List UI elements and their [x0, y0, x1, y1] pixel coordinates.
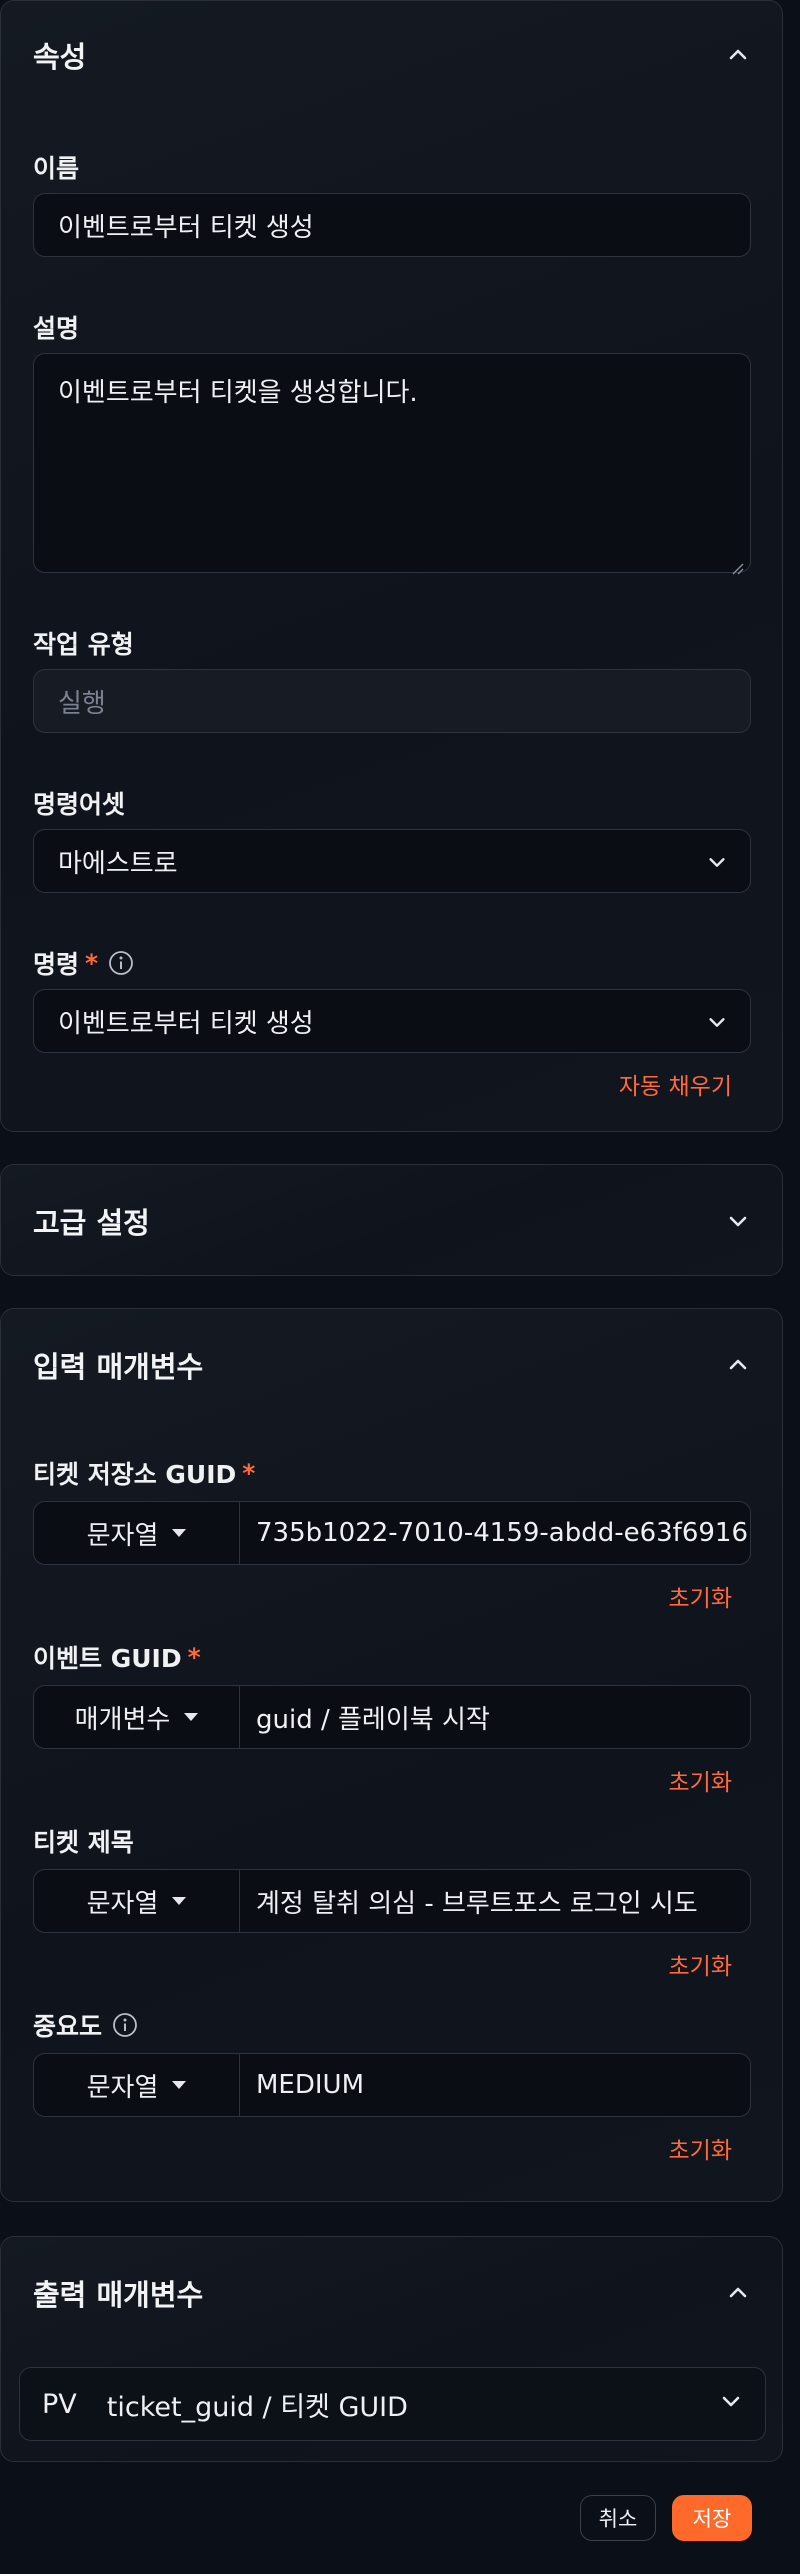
param-row: 문자열 MEDIUM	[33, 2053, 751, 2117]
task-type-input: 실행	[33, 669, 751, 733]
save-button[interactable]: 저장	[672, 2495, 752, 2541]
caret-down-icon	[184, 1713, 199, 1721]
param-row: 문자열 735b1022-7010-4159-abdd-e63f6916	[33, 1501, 751, 1565]
description-textarea[interactable]: 이벤트로부터 티켓을 생성합니다.	[33, 353, 751, 575]
param-type-dropdown[interactable]: 문자열	[34, 1870, 240, 1932]
input-params-panel: 입력 매개변수 티켓 저장소 GUID * 문자열 735b1022-7010-…	[0, 1308, 783, 2202]
param-row: 매개변수 guid / 플레이북 시작	[33, 1685, 751, 1749]
command-select[interactable]: 이벤트로부터 티켓 생성	[33, 989, 751, 1053]
task-type-label-text: 작업 유형	[33, 630, 134, 659]
param-type-value: 매개변수	[74, 1704, 171, 1735]
command-asset-select[interactable]: 마에스트로	[33, 829, 751, 893]
command-label-text: 명령	[33, 950, 80, 979]
output-params-header[interactable]: 출력 매개변수	[33, 2271, 750, 2315]
output-params-title: 출력 매개변수	[33, 2278, 204, 2312]
name-label-text: 이름	[33, 154, 80, 183]
output-param-row[interactable]: PV ticket_guid / 티켓 GUID	[19, 2367, 766, 2441]
resize-grip-icon[interactable]	[730, 552, 744, 575]
param-type-dropdown[interactable]: 문자열	[34, 2054, 240, 2116]
description-label-text: 설명	[33, 314, 80, 343]
output-param-prefix: PV	[42, 2388, 77, 2420]
description-label: 설명	[33, 309, 79, 345]
command-value: 이벤트로부터 티켓 생성	[58, 1008, 314, 1039]
description-text: 이벤트로부터 티켓을 생성합니다.	[58, 378, 418, 408]
param-label-text: 이벤트 GUID	[33, 1644, 182, 1673]
chevron-up-icon[interactable]	[726, 1353, 750, 1377]
properties-panel: 속성 이름 이벤트로부터 티켓 생성 설명 이벤트로부터 티켓을 생성합니다. …	[0, 0, 783, 1132]
param-type-value: 문자열	[86, 1520, 159, 1551]
caret-down-icon	[172, 1897, 187, 1905]
param-label: 티켓 저장소 GUID *	[33, 1455, 255, 1491]
name-input[interactable]: 이벤트로부터 티켓 생성	[33, 193, 751, 257]
param-label-text: 티켓 저장소 GUID	[33, 1460, 237, 1489]
reset-link[interactable]: 초기화	[669, 1763, 732, 1797]
param-value-input[interactable]: MEDIUM	[240, 2054, 750, 2116]
reset-link[interactable]: 초기화	[669, 2131, 732, 2165]
autofill-link[interactable]: 자동 채우기	[619, 1067, 732, 1101]
cancel-button[interactable]: 취소	[580, 2495, 656, 2541]
command-asset-label-text: 명령어셋	[33, 790, 126, 819]
task-type-label: 작업 유형	[33, 625, 134, 661]
command-asset-label: 명령어셋	[33, 785, 125, 821]
required-mark: *	[187, 1642, 201, 1672]
info-icon[interactable]	[108, 950, 134, 976]
command-label: 명령 *	[33, 945, 134, 981]
param-type-dropdown[interactable]: 매개변수	[34, 1686, 240, 1748]
properties-header[interactable]: 속성	[33, 33, 750, 77]
param-label-text: 중요도	[33, 2012, 103, 2041]
advanced-panel: 고급 설정	[0, 1164, 783, 1276]
required-mark: *	[242, 1458, 256, 1488]
required-mark: *	[85, 948, 99, 978]
param-value-input[interactable]: 735b1022-7010-4159-abdd-e63f6916	[240, 1502, 750, 1564]
advanced-title: 고급 설정	[33, 1206, 150, 1240]
param-label: 이벤트 GUID *	[33, 1639, 201, 1675]
chevron-up-icon[interactable]	[726, 2281, 750, 2305]
input-params-header[interactable]: 입력 매개변수	[33, 1343, 750, 1387]
param-label-text: 티켓 제목	[33, 1828, 134, 1857]
param-row: 문자열 계정 탈취 의심 - 브루트포스 로그인 시도	[33, 1869, 751, 1933]
param-type-value: 문자열	[86, 1888, 159, 1919]
chevron-up-icon[interactable]	[726, 43, 750, 67]
chevron-down-icon	[706, 850, 728, 880]
command-asset-value: 마에스트로	[58, 848, 178, 879]
name-label: 이름	[33, 149, 79, 185]
param-label: 티켓 제목	[33, 1823, 134, 1859]
chevron-down-icon	[719, 2389, 743, 2420]
param-value-input[interactable]: guid / 플레이북 시작	[240, 1686, 750, 1748]
advanced-header[interactable]: 고급 설정	[33, 1199, 750, 1243]
info-icon[interactable]	[112, 2012, 138, 2038]
param-type-dropdown[interactable]: 문자열	[34, 1502, 240, 1564]
param-label: 중요도	[33, 2007, 138, 2043]
properties-title: 속성	[33, 40, 87, 74]
output-params-panel: 출력 매개변수 PV ticket_guid / 티켓 GUID	[0, 2236, 783, 2462]
input-params-title: 입력 매개변수	[33, 1350, 204, 1384]
param-value-input[interactable]: 계정 탈취 의심 - 브루트포스 로그인 시도	[240, 1870, 750, 1932]
chevron-down-icon	[706, 1010, 728, 1040]
output-param-value: ticket_guid / 티켓 GUID	[106, 2391, 408, 2423]
chevron-down-icon[interactable]	[726, 1209, 750, 1233]
reset-link[interactable]: 초기화	[669, 1947, 732, 1981]
param-type-value: 문자열	[86, 2072, 159, 2103]
reset-link[interactable]: 초기화	[669, 1579, 732, 1613]
caret-down-icon	[172, 2081, 187, 2089]
caret-down-icon	[172, 1529, 187, 1537]
